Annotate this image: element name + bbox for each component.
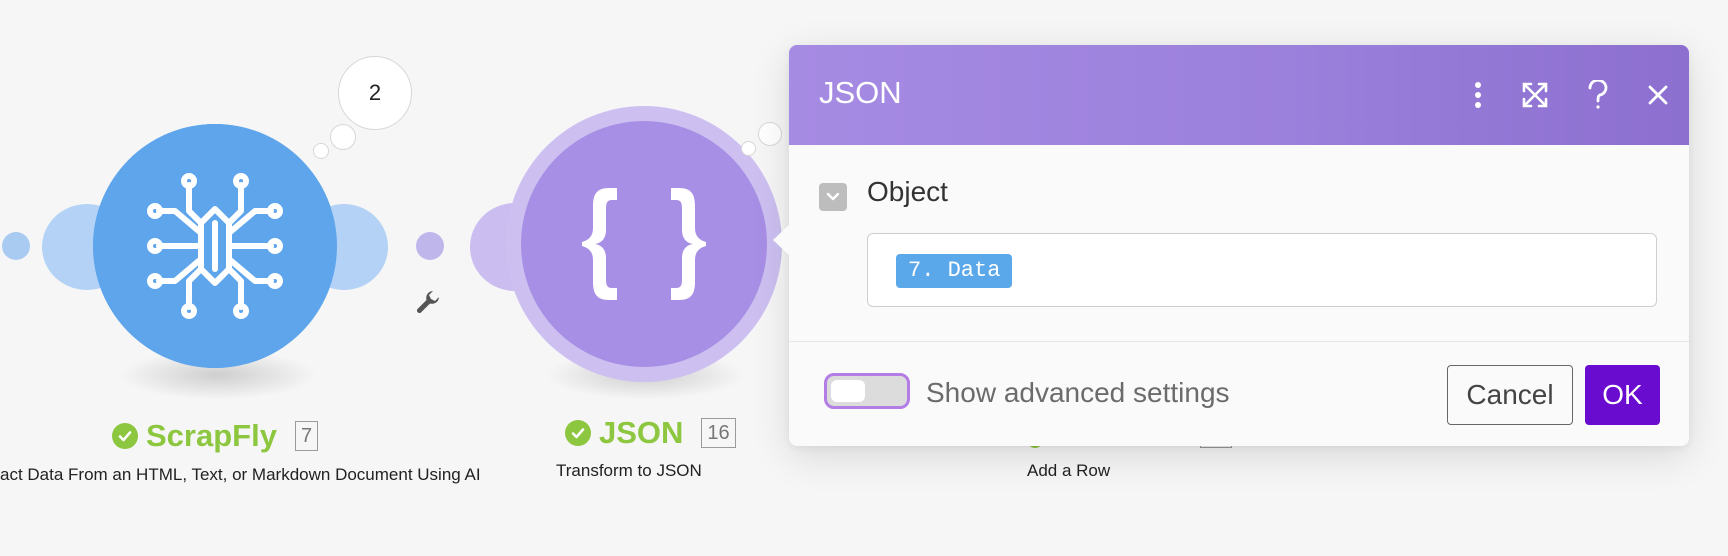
chevron-down-icon [826,192,840,201]
footer-divider [789,341,1689,342]
connector-dot[interactable] [416,232,444,260]
thought-bubble-medium [758,122,782,146]
cancel-button[interactable]: Cancel [1447,365,1573,425]
toggle-knob [831,380,865,402]
close-icon[interactable] [1638,75,1678,115]
mapped-value-pill[interactable]: 7. Data [896,254,1013,288]
module-id: 7 [294,421,319,451]
json-dialog: JSON Object 7. Data Show advanced settin… [789,45,1689,446]
advanced-settings-label[interactable]: Show advanced settings [926,377,1230,409]
json-title: JSON 16 [565,415,736,451]
success-check-icon [565,420,591,446]
dialog-pointer [773,224,790,256]
wrench-icon[interactable] [414,288,444,318]
module-name: ScrapFly [146,418,277,453]
scrapfly-title: ScrapFly 7 [112,418,319,454]
object-field-input[interactable]: 7. Data [867,233,1657,307]
json-module[interactable] [521,121,767,367]
thought-bubble-small [313,143,329,159]
thought-bubble-medium [330,124,356,150]
operations-count: 2 [368,80,382,105]
thought-bubble-small [741,141,756,156]
module-subtitle: Add a Row [1027,461,1111,480]
module-id: 16 [701,418,736,448]
module-subtitle: Transform to JSON [556,461,702,480]
module-name: JSON [599,415,684,450]
module-subtitle: act Data From an HTML, Text, or Markdown… [0,465,481,484]
curly-braces-icon [582,188,706,300]
spider-circuit-icon [147,173,283,319]
success-check-icon [112,423,138,449]
advanced-settings-toggle[interactable] [824,373,910,409]
expand-icon[interactable] [1515,75,1555,115]
help-icon[interactable] [1578,75,1618,115]
ok-button[interactable]: OK [1585,365,1660,425]
connector-dot[interactable] [2,232,30,260]
dialog-title: JSON [819,75,902,110]
operations-count-bubble[interactable]: 2 [338,56,412,130]
object-field-label: Object [867,176,948,207]
more-vertical-icon[interactable] [1458,75,1498,115]
dialog-header: JSON [789,45,1689,145]
collapse-toggle-button[interactable] [819,183,847,211]
